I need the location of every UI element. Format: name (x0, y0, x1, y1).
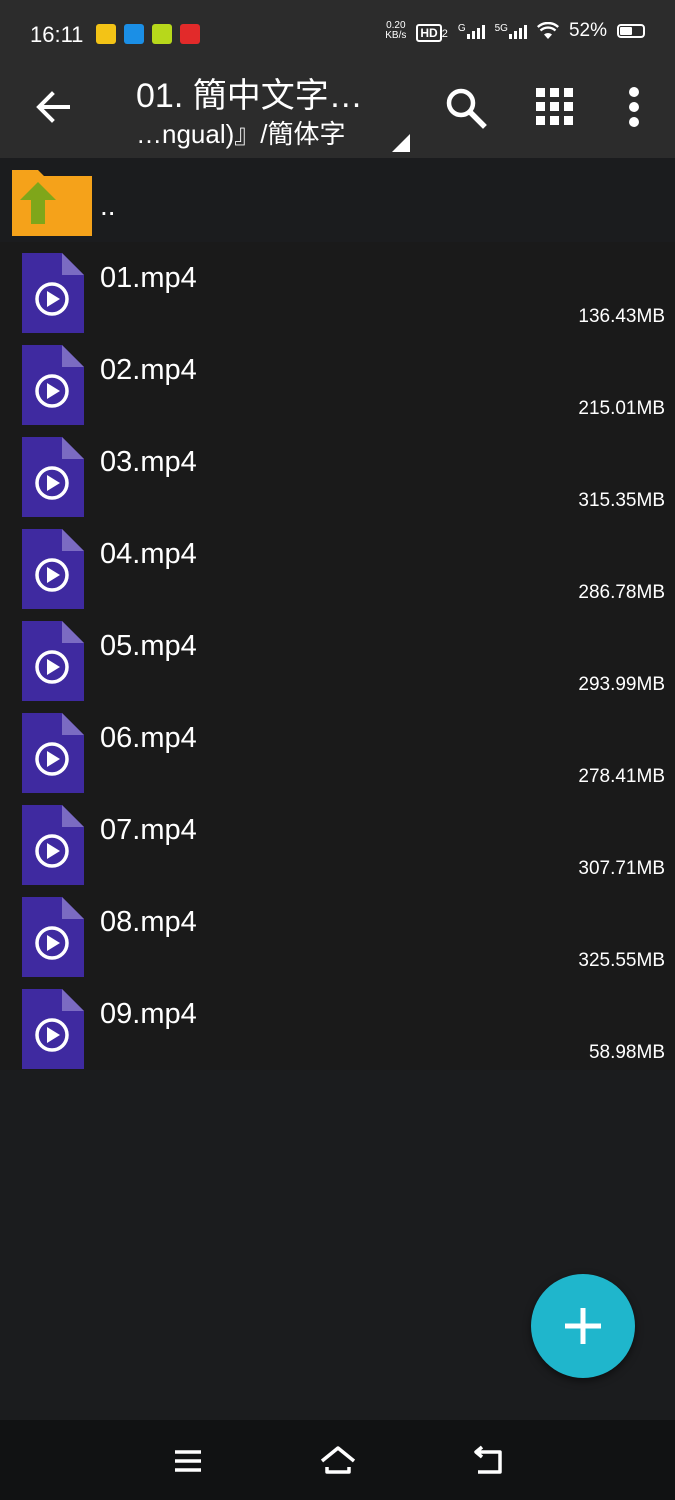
file-size: 315.35MB (578, 490, 665, 511)
more-vert-icon[interactable] (612, 84, 658, 130)
file-row[interactable]: 07.mp4 307.71MB (0, 794, 675, 886)
file-size: 136.43MB (578, 306, 665, 327)
status-bar: 16:11 0.20 KB/s HD 2 G 5G 52% (0, 0, 675, 62)
app-bar: 01. 簡中文字… …ngual)』/簡体字 (0, 62, 675, 158)
add-fab-button[interactable] (531, 1274, 635, 1378)
file-row[interactable]: 08.mp4 325.55MB (0, 886, 675, 978)
notification-icons (96, 24, 200, 44)
files-container: 01.mp4 136.43MB 02.mp4 215.01MB 03.mp4 315.35… (0, 242, 675, 1070)
file-size: 325.55MB (578, 950, 665, 971)
wifi-icon (536, 22, 559, 39)
hd-label: HD (416, 23, 442, 42)
back-icon[interactable] (468, 1444, 508, 1478)
music-app-icon (180, 24, 200, 44)
video-file-icon (22, 713, 84, 793)
file-size: 215.01MB (578, 398, 665, 419)
file-name: 01.mp4 (100, 262, 197, 294)
file-name: 09.mp4 (100, 998, 197, 1030)
network-speed: 0.20 KB/s (385, 21, 406, 41)
folder-path[interactable]: …ngual)』/簡体字 (136, 114, 346, 151)
video-file-icon (22, 437, 84, 517)
home-icon[interactable] (318, 1444, 358, 1478)
grid-view-icon[interactable] (532, 84, 578, 130)
signal1-icon: G (458, 23, 485, 39)
file-name: 08.mp4 (100, 906, 197, 938)
parent-folder-row[interactable]: .. (0, 162, 675, 242)
search-icon[interactable] (442, 84, 488, 130)
video-file-icon (22, 253, 84, 333)
file-name: 04.mp4 (100, 538, 197, 570)
file-name: 05.mp4 (100, 630, 197, 662)
file-list: .. 01.mp4 136.43MB 02.mp4 215.01MB 03.mp4 315… (0, 162, 675, 1070)
battery-icon (617, 24, 645, 38)
status-time: 16:11 (30, 22, 84, 47)
video-file-icon (22, 621, 84, 701)
hd-icon: HD 2 (416, 21, 448, 42)
file-row[interactable]: 02.mp4 215.01MB (0, 334, 675, 426)
video-file-icon (22, 897, 84, 977)
signal2-icon: 5G (495, 23, 527, 39)
plus-icon (565, 1308, 601, 1344)
battery-percent: 52% (568, 20, 607, 41)
file-name: 03.mp4 (100, 446, 197, 478)
hd-sub: 2 (441, 27, 448, 40)
file-size: 278.41MB (578, 766, 665, 787)
game-app-icon (152, 24, 172, 44)
file-size: 293.99MB (578, 674, 665, 695)
parent-folder-label: .. (100, 190, 116, 221)
file-row[interactable]: 05.mp4 293.99MB (0, 610, 675, 702)
file-row[interactable]: 06.mp4 278.41MB (0, 702, 675, 794)
net2-label: 5G (494, 23, 508, 34)
file-row[interactable]: 04.mp4 286.78MB (0, 518, 675, 610)
meituan-app-icon (96, 24, 116, 44)
status-indicators: 0.20 KB/s HD 2 G 5G 52% (385, 20, 645, 42)
path-dropdown-icon[interactable] (392, 134, 410, 152)
file-size: 286.78MB (578, 582, 665, 603)
file-row[interactable]: 09.mp4 58.98MB (0, 978, 675, 1070)
back-arrow-icon[interactable] (28, 82, 78, 132)
video-file-icon (22, 989, 84, 1069)
video-file-icon (22, 529, 84, 609)
video-file-icon (22, 345, 84, 425)
file-name: 07.mp4 (100, 814, 197, 846)
system-nav-bar (0, 1420, 675, 1500)
net1-label: G (457, 23, 466, 34)
file-row[interactable]: 03.mp4 315.35MB (0, 426, 675, 518)
menu-icon[interactable] (168, 1444, 208, 1478)
video-file-icon (22, 805, 84, 885)
folder-title[interactable]: 01. 簡中文字… (136, 68, 363, 117)
file-name: 06.mp4 (100, 722, 197, 754)
folder-up-icon (12, 170, 92, 236)
file-row[interactable]: 01.mp4 136.43MB (0, 242, 675, 334)
qq-app-icon (124, 24, 144, 44)
file-size: 307.71MB (578, 858, 665, 879)
file-name: 02.mp4 (100, 354, 197, 386)
file-size: 58.98MB (588, 1042, 665, 1063)
speed-unit: KB/s (385, 30, 407, 41)
